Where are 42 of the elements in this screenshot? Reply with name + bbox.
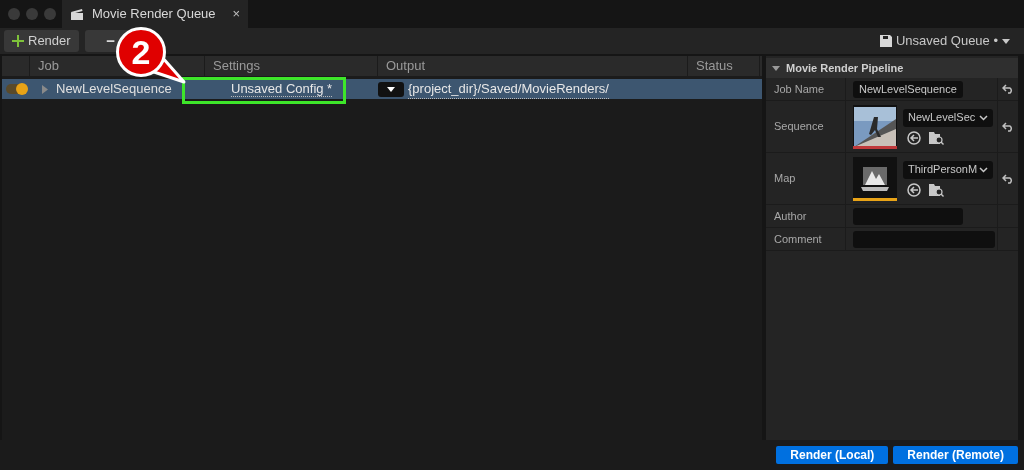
column-header[interactable]: Output — [386, 56, 426, 76]
reset-icon[interactable] — [1002, 84, 1014, 94]
toggle-switch[interactable] — [6, 84, 26, 94]
browse-folder-icon[interactable] — [929, 182, 944, 197]
save-icon — [879, 35, 892, 47]
settings-link[interactable]: Unsaved Config * — [231, 81, 333, 98]
job-name: NewLevelSequence — [56, 80, 172, 99]
chevron-icon — [979, 114, 988, 121]
render-button[interactable]: Render (Remote) — [893, 446, 1018, 464]
tab-title: Movie Render Queue — [92, 5, 217, 24]
job-row[interactable]: NewLevelSequence Unsaved Config * {project_dir}/Saved/MovieRenders/ — [2, 79, 762, 99]
caret-icon — [1002, 38, 1010, 44]
reset-icon[interactable] — [1002, 173, 1014, 184]
chevron-icon — [979, 166, 988, 173]
use-selected-icon[interactable] — [907, 182, 921, 197]
dropdown-button[interactable] — [378, 81, 404, 97]
queue-menu[interactable]: Unsaved Queue • — [879, 31, 1020, 51]
window-tab[interactable]: Movie Render Queue × — [62, 0, 248, 28]
plus-icon — [12, 35, 24, 47]
field-label: Sequence — [774, 119, 824, 135]
reset-icon[interactable] — [1002, 121, 1014, 132]
column-header[interactable]: Status — [696, 56, 733, 76]
field-label: Comment — [774, 231, 822, 247]
use-selected-icon[interactable] — [907, 130, 921, 145]
asset-dropdown[interactable]: NewLevelSec — [903, 108, 993, 127]
field-label: Map — [774, 171, 796, 187]
text-field[interactable]: NewLevelSequence — [853, 80, 963, 98]
mountain-icon — [861, 166, 889, 191]
field-label: Job Name — [774, 81, 825, 97]
close-icon[interactable]: × — [232, 4, 240, 24]
column-header[interactable]: Settings — [213, 56, 260, 76]
collapse-arrow-icon — [772, 65, 780, 71]
caret-icon — [387, 86, 395, 92]
asset-dropdown[interactable]: ThirdPersonM — [903, 160, 993, 179]
clapperboard-icon — [70, 7, 84, 21]
render-button[interactable]: Render — [4, 30, 79, 52]
field-label: Author — [774, 208, 807, 224]
browse-folder-icon[interactable] — [929, 130, 944, 145]
column-header[interactable]: Job — [38, 56, 59, 76]
section-header[interactable]: Movie Render Pipeline — [766, 58, 1018, 78]
render-button[interactable]: Render (Local) — [776, 446, 889, 464]
output-path-link[interactable]: {project_dir}/Saved/MovieRenders/ — [408, 78, 609, 100]
